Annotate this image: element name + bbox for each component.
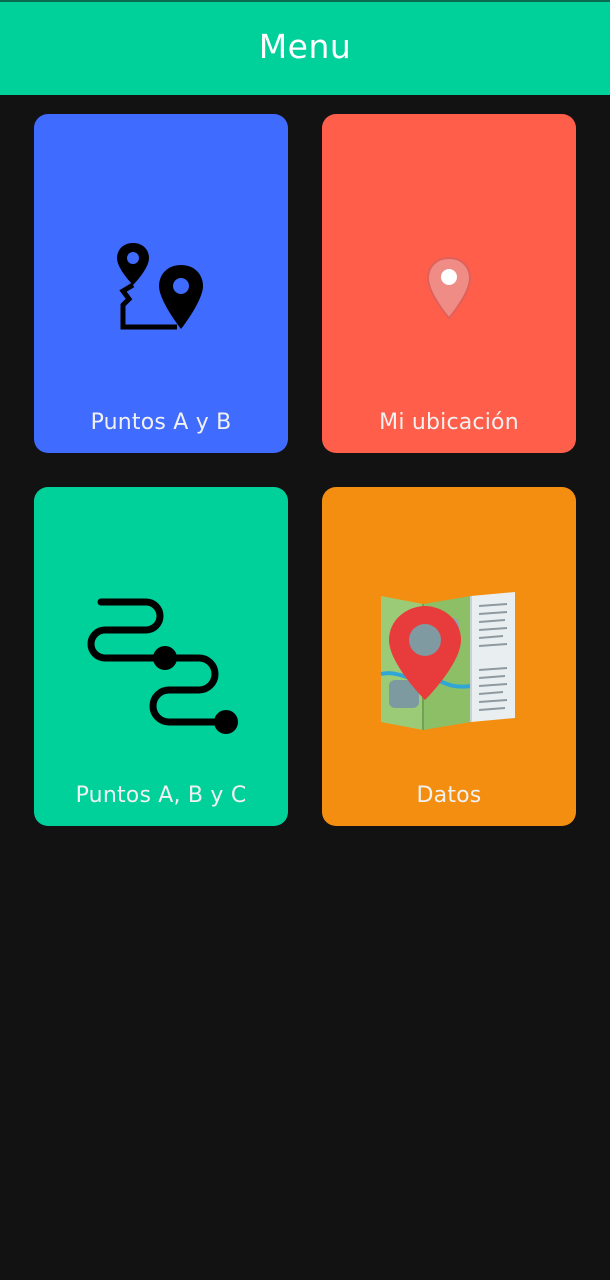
menu-card-datos[interactable]: Datos: [322, 487, 576, 826]
menu-card-puntos-a-b-y-c[interactable]: Puntos A, B y C: [34, 487, 288, 826]
winding-path-icon: [34, 567, 288, 757]
app-screen: Menu Puntos A y B Mi ubicación Puntos A,…: [0, 0, 610, 1280]
menu-card-puntos-a-y-b[interactable]: Puntos A y B: [34, 114, 288, 453]
app-bar: Menu: [0, 0, 610, 95]
menu-card-mi-ubicacion[interactable]: Mi ubicación: [322, 114, 576, 453]
page-title: Menu: [258, 27, 352, 66]
location-pin-icon: [322, 194, 576, 384]
menu-card-label: Datos: [416, 783, 482, 808]
folded-map-icon: [322, 567, 576, 757]
menu-card-label: Puntos A y B: [90, 410, 232, 435]
menu-card-label: Puntos A, B y C: [75, 783, 247, 808]
menu-card-label: Mi ubicación: [379, 410, 519, 435]
route-pins-icon: [34, 194, 288, 384]
